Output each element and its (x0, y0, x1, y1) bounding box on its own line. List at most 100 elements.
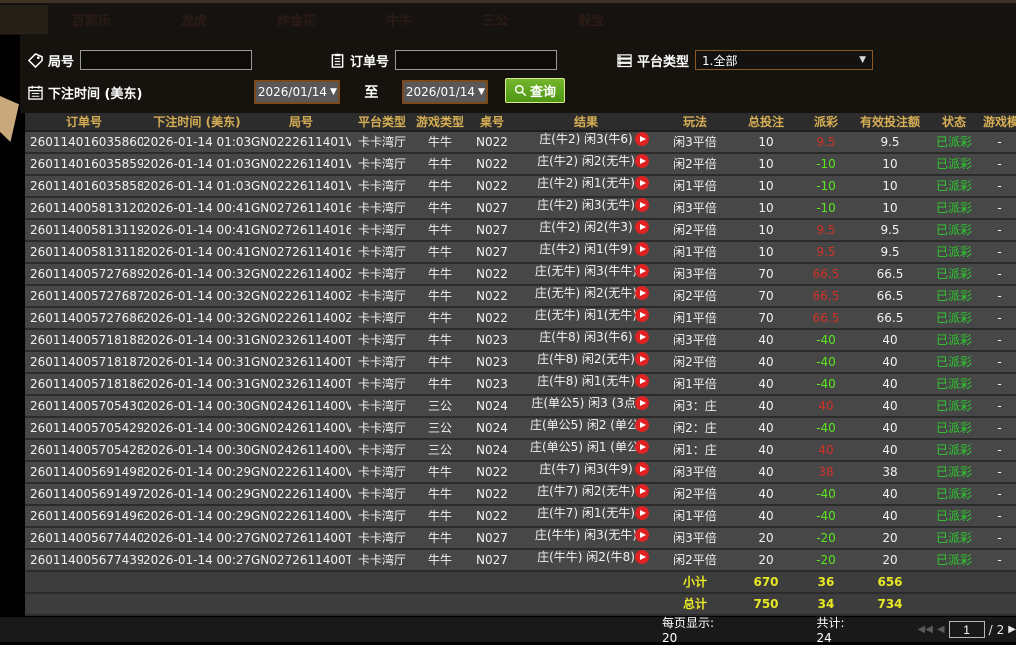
nav-item-0[interactable]: 百家乐 (72, 10, 111, 29)
cell-platform: 卡卡湾厅 (351, 286, 413, 306)
nav-item-3[interactable]: 牛牛 (386, 10, 412, 29)
column-header-11: 状态 (925, 112, 983, 132)
total-count-label: 共计: 24 (816, 614, 862, 645)
bet-time-label: 下注时间 (美东) (28, 83, 142, 102)
result-text: 庄(牛牛) 闲3(无牛) (535, 525, 637, 545)
search-button[interactable]: 查询 (505, 78, 565, 103)
play-video-button[interactable] (635, 374, 649, 388)
cell-status: 已派彩 (925, 506, 983, 526)
cell-payout: -40 (797, 506, 855, 526)
chevron-down-icon: ▼ (859, 55, 866, 65)
round-number-input[interactable] (80, 50, 252, 70)
platform-type-select[interactable]: 1.全部 ▼ (695, 50, 873, 70)
column-header-5: 桌号 (467, 112, 517, 132)
cell-round: GN0232611400T (251, 330, 351, 350)
prev-page-button[interactable]: ◀ (937, 624, 945, 635)
cell-game: 牛牛 (413, 352, 467, 372)
cell-time: 2026-01-14 01:03:25 (143, 132, 251, 152)
table-body: 2601140160358602026-01-14 01:03:25GN0222… (25, 132, 1016, 572)
column-header-1: 下注时间 (美东) (143, 112, 251, 132)
cell-mode: - (983, 550, 1016, 570)
play-video-button[interactable] (635, 176, 649, 190)
nav-active-tab[interactable] (0, 5, 48, 34)
play-video-button[interactable] (635, 550, 649, 564)
pagination: ◀◀ ◀ / 2 ▶ (918, 621, 1016, 638)
nav-item-2[interactable]: 炸金花 (277, 10, 316, 29)
result-text: 庄(牛8) 闲3(牛6) (539, 327, 632, 347)
date-from-picker[interactable]: 2026/01/14 ▼ (254, 80, 340, 104)
cell-payout: 9.5 (797, 132, 855, 152)
cell-platform: 卡卡湾厅 (351, 484, 413, 504)
cell-status: 已派彩 (925, 484, 983, 504)
cell-valid: 40 (855, 374, 925, 394)
cell-game: 牛牛 (413, 528, 467, 548)
date-to-picker[interactable]: 2026/01/14 ▼ (402, 80, 488, 104)
cell-valid: 40 (855, 440, 925, 460)
play-video-button[interactable] (635, 330, 649, 344)
play-video-button[interactable] (635, 440, 649, 454)
bet-records-table: 订单号下注时间 (美东)局号平台类型游戏类型桌号结果玩法总投注派彩有效投注额状态… (25, 113, 1016, 616)
date-range-to-label: 至 (364, 82, 378, 102)
clipboard-icon (330, 53, 345, 68)
cell-valid: 40 (855, 506, 925, 526)
nav-item-1[interactable]: 龙虎 (181, 10, 207, 29)
table-row: 2601140056774392026-01-14 00:27:32GN0272… (25, 550, 1016, 572)
play-video-button[interactable] (635, 264, 649, 278)
cell-bet: 10 (735, 242, 797, 262)
cell-payout: -40 (797, 484, 855, 504)
sum-payout: 34 (797, 594, 855, 614)
cell-round: GN0242611400V (251, 418, 351, 438)
cell-play: 闲1平倍 (655, 176, 735, 196)
play-video-button[interactable] (635, 462, 649, 476)
play-video-button[interactable] (635, 396, 649, 410)
cell-order: 260114005705428 (25, 440, 143, 460)
play-video-button[interactable] (635, 352, 649, 366)
list-icon (617, 53, 632, 68)
cell-tbl: N023 (467, 352, 517, 372)
calendar-icon (28, 85, 43, 100)
result-text: 庄(单公5) 闲1 (单公2) (530, 437, 642, 457)
play-video-button[interactable] (635, 308, 649, 322)
cell-status: 已派彩 (925, 264, 983, 284)
cell-round: GN0242611400V (251, 440, 351, 460)
cell-bet: 70 (735, 286, 797, 306)
cell-payout: -40 (797, 352, 855, 372)
order-number-input[interactable] (395, 50, 557, 70)
cell-tbl: N022 (467, 308, 517, 328)
cell-round: GN0222611400V (251, 484, 351, 504)
cell-order: 260114005718188 (25, 330, 143, 350)
cell-time: 2026-01-14 00:41:12 (143, 220, 251, 240)
cell-valid: 40 (855, 330, 925, 350)
play-video-button[interactable] (635, 198, 649, 212)
cell-play: 闲3平倍 (655, 132, 735, 152)
nav-item-4[interactable]: 三公 (482, 10, 508, 29)
cell-tbl: N022 (467, 132, 517, 152)
subtotal-row: 小计67036656 (25, 572, 1016, 594)
cell-order: 260114005718187 (25, 352, 143, 372)
play-video-button[interactable] (635, 286, 649, 300)
page-number-input[interactable] (949, 621, 985, 638)
cell-time: 2026-01-14 00:41:12 (143, 198, 251, 218)
first-page-button[interactable]: ◀◀ (918, 624, 933, 635)
play-video-button[interactable] (635, 154, 649, 168)
cell-valid: 40 (855, 484, 925, 504)
cell-time: 2026-01-14 00:32:43 (143, 308, 251, 328)
cell-payout: 40 (797, 440, 855, 460)
play-video-button[interactable] (635, 242, 649, 256)
date-to-value: 2026/01/14 (406, 85, 475, 99)
cell-order: 260114005813120 (25, 198, 143, 218)
play-video-button[interactable] (635, 484, 649, 498)
play-video-button[interactable] (635, 132, 649, 146)
cell-bet: 10 (735, 220, 797, 240)
play-video-button[interactable] (635, 506, 649, 520)
result-text: 庄(牛牛) 闲2(牛8) (537, 547, 635, 567)
play-video-button[interactable] (635, 528, 649, 542)
order-number-label-text: 订单号 (350, 51, 389, 70)
cell-play: 闲1平倍 (655, 308, 735, 328)
play-video-button[interactable] (635, 418, 649, 432)
nav-item-5[interactable]: 骰宝 (578, 10, 604, 29)
cell-time: 2026-01-14 00:29:00 (143, 484, 251, 504)
next-page-button[interactable]: ▶ (1008, 624, 1016, 635)
cell-round: GN0222611400Z (251, 264, 351, 284)
play-video-button[interactable] (635, 220, 649, 234)
